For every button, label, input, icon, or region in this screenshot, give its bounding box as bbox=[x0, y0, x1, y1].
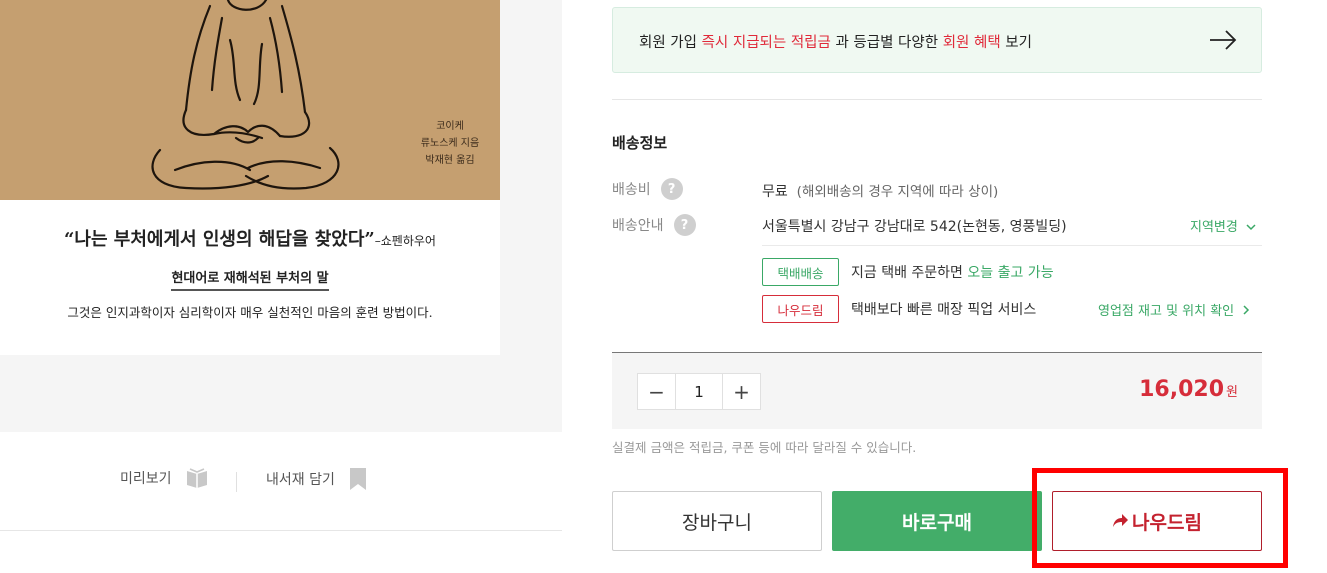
shipping-fee-amount: 무료 bbox=[762, 184, 788, 200]
quantity-stepper: − 1 + bbox=[637, 373, 761, 410]
author-name: 코이케 bbox=[436, 121, 464, 132]
author-name: 류노스케 지음 bbox=[420, 138, 480, 149]
chevron-down-icon bbox=[1246, 224, 1256, 231]
total-price: 16,020 원 bbox=[1139, 377, 1238, 402]
price-amount: 16,020 bbox=[1139, 377, 1225, 402]
chevron-right-icon bbox=[1243, 305, 1250, 315]
promo-text-part: 보기 bbox=[1000, 35, 1032, 51]
wishlist-button[interactable]: 내서재 담기 bbox=[266, 468, 367, 490]
shipping-title: 배송정보 bbox=[612, 134, 668, 152]
nowdrim-button[interactable]: 나우드림 bbox=[1052, 491, 1262, 551]
membership-promo-banner[interactable]: 회원 가입 즉시 지급되는 적립금 과 등급별 다양한 회원 혜택 보기 bbox=[612, 7, 1262, 73]
nowdrim-button-label: 나우드림 bbox=[1132, 511, 1202, 534]
divider bbox=[762, 245, 1262, 246]
cover-quote-attribution: –쇼펜하우어 bbox=[374, 234, 436, 248]
cover-actions: 미리보기 내서재 담기 bbox=[0, 462, 562, 502]
book-cover-image[interactable]: 코이케 류노스케 지음 박재현 옮김 “나는 부처에게서 인생의 해답을 찾았다… bbox=[0, 0, 500, 355]
nowdrim-badge: 나우드림 bbox=[762, 295, 839, 323]
bookmark-icon bbox=[349, 468, 366, 490]
shipping-guide-label-text: 배송안내 bbox=[612, 218, 664, 234]
decrease-quantity-button[interactable]: − bbox=[638, 374, 675, 409]
parcel-delivery-text-part: 지금 택배 주문하면 bbox=[851, 265, 968, 281]
book-cover-area: 코이케 류노스케 지음 박재현 옮김 “나는 부처에게서 인생의 해답을 찾았다… bbox=[0, 0, 562, 432]
help-icon[interactable]: ? bbox=[673, 214, 696, 236]
region-change-label: 지역변경 bbox=[1190, 220, 1238, 235]
wishlist-label: 내서재 담기 bbox=[266, 472, 335, 488]
parcel-delivery-text: 지금 택배 주문하면 오늘 출고 가능 bbox=[851, 262, 1054, 282]
promo-highlight: 회원 혜택 bbox=[942, 35, 1001, 51]
help-icon[interactable]: ? bbox=[660, 178, 683, 200]
cover-illustration: 코이케 류노스케 지음 박재현 옮김 bbox=[0, 0, 500, 200]
increase-quantity-button[interactable]: + bbox=[723, 374, 760, 409]
divider bbox=[0, 530, 562, 531]
promo-highlight: 즉시 지급되는 적립금 bbox=[701, 35, 831, 51]
promo-text: 회원 가입 즉시 지급되는 적립금 과 등급별 다양한 회원 혜택 보기 bbox=[639, 31, 1032, 52]
shipping-fee-note: (해외배송의 경우 지역에 따라 상이) bbox=[796, 184, 999, 200]
store-stock-link[interactable]: 영업점 재고 및 위치 확인 bbox=[1098, 300, 1250, 319]
buddha-illustration bbox=[151, 0, 340, 190]
buy-now-button[interactable]: 바로구매 bbox=[832, 491, 1042, 551]
shipping-fee-label: 배송비 ? bbox=[612, 178, 683, 200]
actions-divider bbox=[236, 472, 237, 492]
nowdrim-description: 택배보다 빠른 매장 픽업 서비스 bbox=[851, 302, 1037, 318]
preview-button[interactable]: 미리보기 bbox=[120, 468, 208, 488]
cover-quote: “나는 부처에게서 인생의 해답을 찾았다”–쇼펜하우어 bbox=[0, 225, 500, 251]
price-unit: 원 bbox=[1226, 385, 1238, 400]
book-icon bbox=[186, 468, 207, 488]
cover-quote-text: “나는 부처에게서 인생의 해답을 찾았다” bbox=[64, 229, 375, 250]
cover-subtitle-text: 현대어로 재해석된 부처의 말 bbox=[171, 271, 329, 291]
promo-text-part: 회원 가입 bbox=[639, 35, 702, 51]
cover-description: 그것은 인지과학이자 심리학이자 매우 실천적인 마음의 훈련 방법이다. bbox=[67, 305, 433, 320]
divider bbox=[612, 99, 1262, 100]
preview-label: 미리보기 bbox=[120, 471, 172, 487]
parcel-delivery-badge: 택배배송 bbox=[762, 258, 839, 286]
region-change-link[interactable]: 지역변경 bbox=[1190, 216, 1256, 235]
quantity-input[interactable]: 1 bbox=[675, 374, 723, 409]
quantity-price-panel: − 1 + 16,020 원 bbox=[612, 352, 1262, 429]
shipping-fee-value: 무료 (해외배송의 경우 지역에 따라 상이) bbox=[762, 180, 998, 201]
same-day-shipping-highlight: 오늘 출고 가능 bbox=[967, 265, 1054, 281]
translator-name: 박재현 옮김 bbox=[425, 155, 475, 166]
store-stock-link-label: 영업점 재고 및 위치 확인 bbox=[1098, 304, 1235, 319]
price-note: 실결제 금액은 적립금, 쿠폰 등에 따라 달라질 수 있습니다. bbox=[612, 440, 917, 455]
shipping-address: 서울특별시 강남구 강남대로 542(논현동, 영풍빌딩) bbox=[762, 219, 1067, 235]
cover-subtitle: 현대어로 재해석된 부처의 말 bbox=[0, 267, 500, 291]
add-to-cart-button[interactable]: 장바구니 bbox=[612, 491, 822, 551]
cover-authors: 코이케 류노스케 지음 박재현 옮김 bbox=[400, 118, 500, 169]
shipping-guide-label: 배송안내 ? bbox=[612, 214, 696, 236]
arrow-right-icon bbox=[1210, 30, 1237, 50]
promo-text-part: 과 등급별 다양한 bbox=[830, 35, 943, 51]
share-arrow-icon bbox=[1113, 514, 1129, 527]
shipping-fee-label-text: 배송비 bbox=[612, 182, 651, 198]
